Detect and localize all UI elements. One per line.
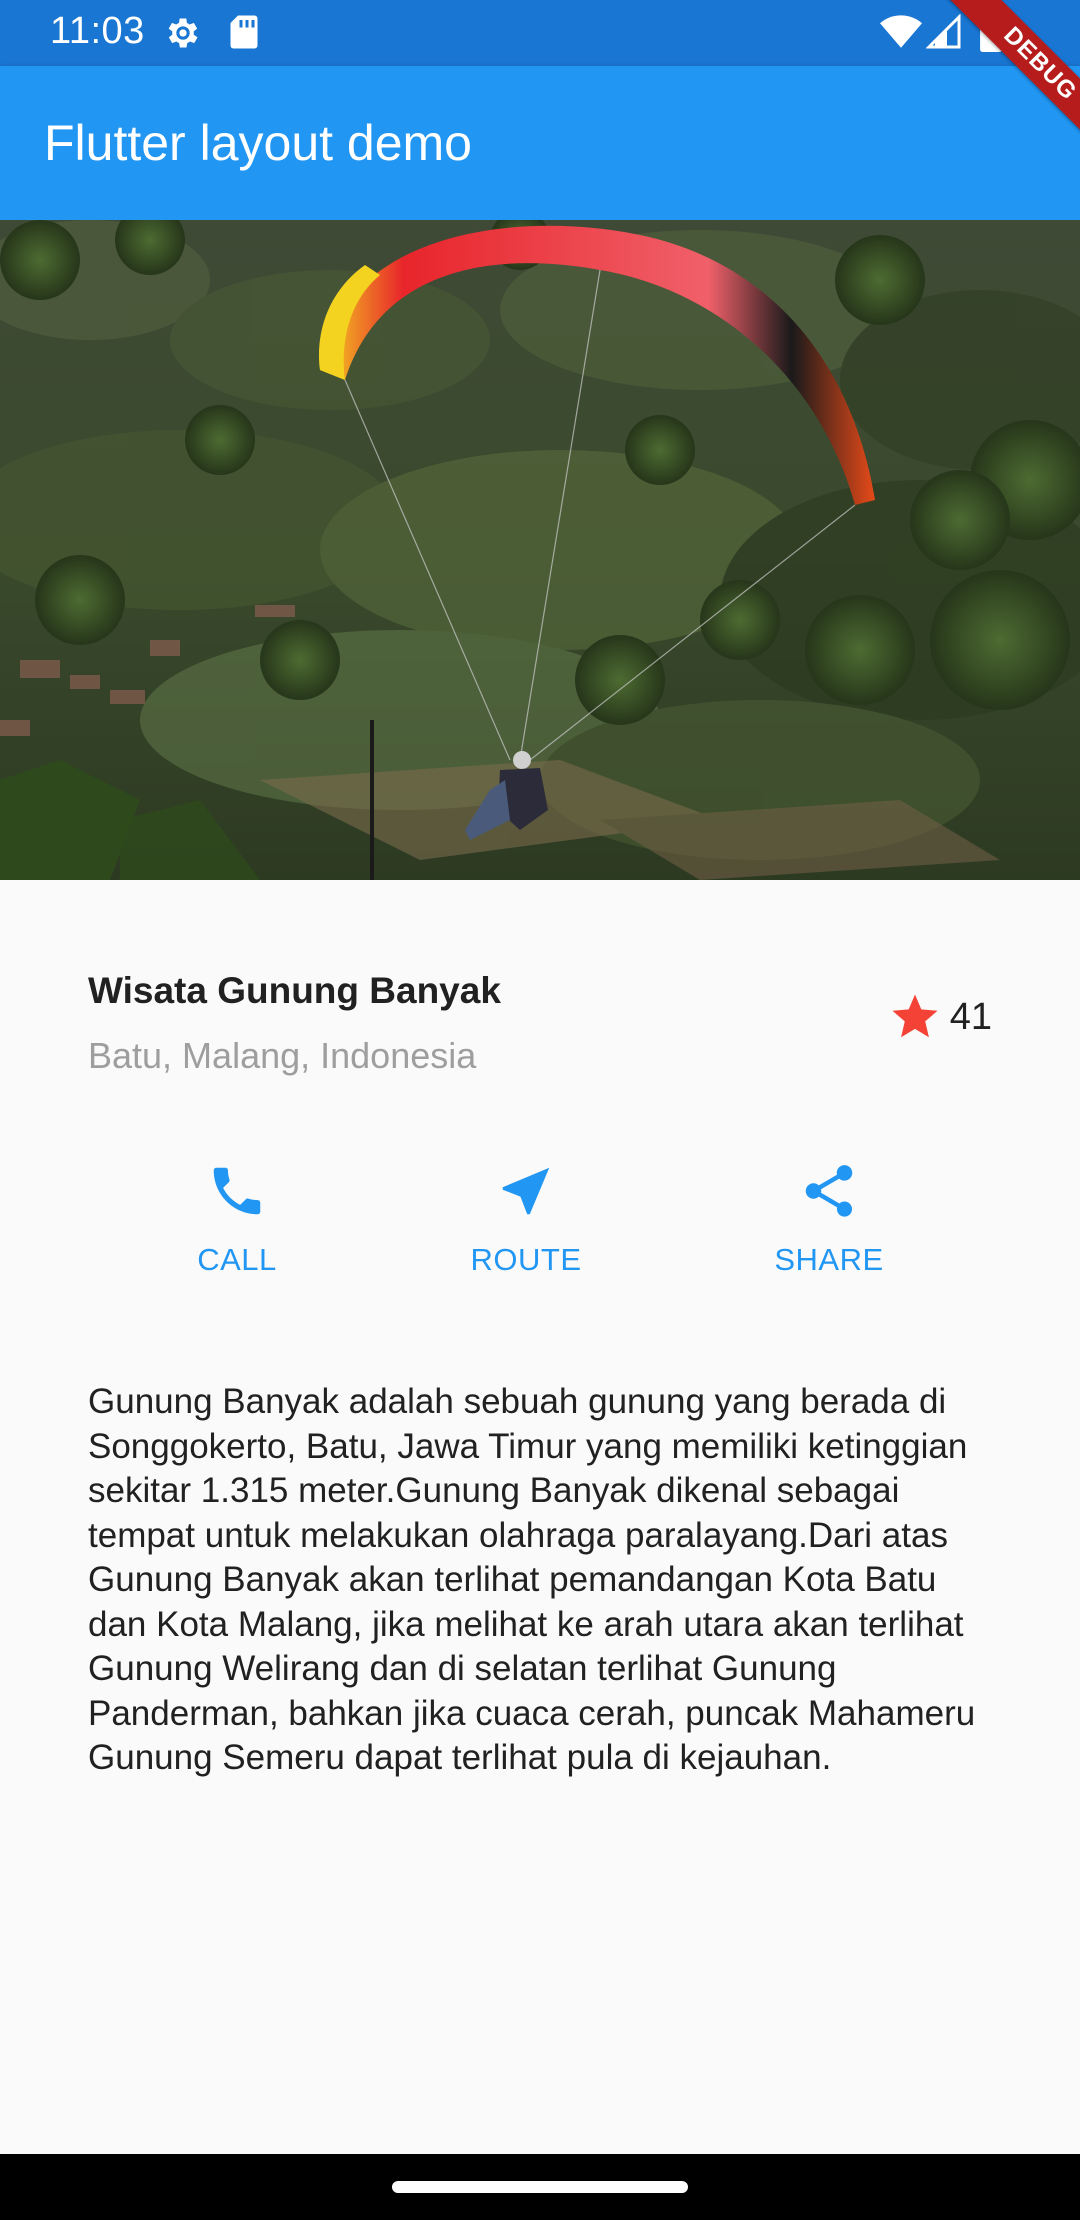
phone-icon bbox=[213, 1167, 261, 1215]
wifi-icon bbox=[880, 15, 922, 48]
settings-gear-icon bbox=[168, 18, 198, 48]
home-gesture-handle[interactable] bbox=[392, 2181, 688, 2193]
hero-image bbox=[0, 220, 1080, 880]
status-bar: 11:03 bbox=[0, 0, 1080, 66]
share-icon bbox=[805, 1165, 853, 1217]
rating: 41 bbox=[888, 990, 992, 1044]
navigation-icon bbox=[502, 1167, 550, 1215]
call-button[interactable]: CALL bbox=[137, 1160, 337, 1278]
paragliding-over-mountain-image bbox=[0, 220, 1080, 880]
route-button[interactable]: ROUTE bbox=[426, 1160, 626, 1278]
star-icon bbox=[892, 994, 938, 1038]
action-button-row: CALL ROUTE SHARE bbox=[0, 1160, 1080, 1300]
share-button[interactable]: SHARE bbox=[729, 1160, 929, 1278]
navigation-bar bbox=[0, 2154, 1080, 2220]
share-label: SHARE bbox=[774, 1242, 884, 1277]
status-time: 11:03 bbox=[50, 10, 145, 52]
place-location: Batu, Malang, Indonesia bbox=[88, 1035, 477, 1076]
rating-count: 41 bbox=[949, 995, 992, 1038]
app-bar: Flutter layout demo bbox=[0, 66, 1080, 220]
debug-label: DEBUG bbox=[935, 0, 1080, 160]
debug-banner: DEBUG bbox=[920, 0, 1080, 160]
description-text: Gunung Banyak adalah sebuah gunung yang … bbox=[88, 1382, 976, 1777]
place-name: Wisata Gunung Banyak bbox=[88, 970, 501, 1011]
sd-card-icon bbox=[230, 15, 258, 49]
call-label: CALL bbox=[197, 1242, 277, 1277]
app-title: Flutter layout demo bbox=[44, 115, 472, 171]
route-label: ROUTE bbox=[470, 1242, 582, 1277]
title-section: Wisata Gunung Banyak Batu, Malang, Indon… bbox=[88, 960, 992, 1080]
